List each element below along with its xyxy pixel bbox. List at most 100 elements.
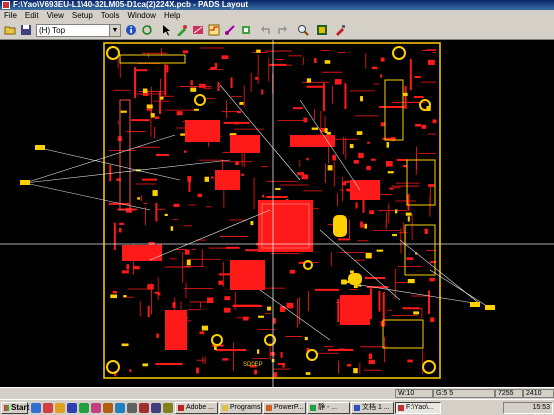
dimensioning-icon[interactable] xyxy=(239,23,253,37)
menu-edit[interactable]: Edit xyxy=(21,10,43,21)
zoom-icon[interactable] xyxy=(296,23,310,37)
pcb-pad xyxy=(193,108,199,111)
quicklaunch-icon[interactable] xyxy=(91,403,101,413)
pcb-pad xyxy=(121,270,129,274)
pcb-pad xyxy=(282,364,285,368)
pcb-pad xyxy=(183,150,187,153)
task-document[interactable]: 文档 1 ... xyxy=(351,402,394,414)
menu-tools[interactable]: Tools xyxy=(97,10,124,21)
folder-icon xyxy=(222,405,228,411)
pcb-pad xyxy=(334,79,342,85)
open-icon[interactable] xyxy=(3,23,17,37)
quicklaunch-icon[interactable] xyxy=(151,403,161,413)
pcb-pad xyxy=(407,216,410,222)
menu-help[interactable]: Help xyxy=(160,10,184,21)
pcb-pad xyxy=(121,343,129,347)
pcb-pad xyxy=(196,367,199,374)
pcb-pad xyxy=(432,119,437,124)
pcb-pad xyxy=(126,264,130,270)
task-powerpoint[interactable]: PowerP... xyxy=(263,402,306,414)
design-toolbar-icon[interactable] xyxy=(175,23,189,37)
quicklaunch-icon[interactable] xyxy=(79,403,89,413)
pcb-pad xyxy=(147,284,154,290)
redo-icon[interactable] xyxy=(275,23,289,37)
powerpoint-icon xyxy=(266,405,272,411)
quicklaunch-icon[interactable] xyxy=(139,403,149,413)
pcb-pad xyxy=(172,302,176,308)
menu-view[interactable]: View xyxy=(43,10,68,21)
pcb-pad xyxy=(184,249,190,255)
paint-icon[interactable] xyxy=(333,23,347,37)
pcb-pad xyxy=(261,89,264,95)
pcb-pad xyxy=(327,165,333,171)
pcb-drawing[interactable]: SD0EP xyxy=(0,40,554,387)
info-icon[interactable] xyxy=(124,23,138,37)
quicklaunch-icon[interactable] xyxy=(103,403,113,413)
pcb-pad xyxy=(214,346,217,351)
pcb-pad xyxy=(164,213,168,217)
pcb-pad xyxy=(358,152,364,159)
pcb-pad xyxy=(154,116,160,120)
clock: 15:53 xyxy=(532,404,550,411)
route-icon[interactable] xyxy=(207,23,221,37)
quicklaunch-icon[interactable] xyxy=(43,403,53,413)
quicklaunch-icon[interactable] xyxy=(115,403,125,413)
pcb-pad xyxy=(236,110,241,114)
silk-label: SD0EP xyxy=(243,362,263,368)
select-icon[interactable] xyxy=(160,23,174,37)
layer-select-value: (H) Top xyxy=(39,26,66,35)
task-adobe[interactable]: Adobe ... xyxy=(175,402,218,414)
pcb-pad xyxy=(199,83,206,88)
pcb-pad xyxy=(289,269,295,274)
layer-select[interactable]: (H) Top ▼ xyxy=(36,24,121,37)
quicklaunch-icon[interactable] xyxy=(163,403,173,413)
ecm-icon[interactable] xyxy=(223,23,237,37)
pcb-pad xyxy=(368,353,373,360)
undo-icon[interactable] xyxy=(259,23,273,37)
component-block xyxy=(185,120,220,142)
pcb-pad xyxy=(110,294,118,299)
pcb-pad xyxy=(304,336,308,341)
pcb-pad xyxy=(221,55,229,60)
start-button[interactable]: Start xyxy=(1,402,29,414)
ie-icon[interactable] xyxy=(31,403,41,413)
pcb-pad xyxy=(256,49,261,53)
pcb-pad xyxy=(211,176,214,179)
task-messenger[interactable]: 静 - ... xyxy=(307,402,350,414)
pcb-pad xyxy=(280,352,283,358)
pcb-pad xyxy=(402,164,407,168)
pcb-pad xyxy=(112,290,117,294)
pcb-pad xyxy=(258,315,264,318)
pcb-pad xyxy=(364,223,368,229)
quicklaunch-icon[interactable] xyxy=(67,403,77,413)
pcb-pad xyxy=(146,104,153,109)
task-programs[interactable]: Programs xyxy=(219,402,262,414)
system-tray: 15:53 xyxy=(503,402,553,414)
status-width: W:10 xyxy=(395,389,433,398)
pcb-pad xyxy=(376,249,384,252)
pcb-pad xyxy=(137,197,141,200)
quicklaunch-icon[interactable] xyxy=(127,403,137,413)
menu-window[interactable]: Window xyxy=(123,10,159,21)
board-icon[interactable] xyxy=(315,23,329,37)
pcb-pad xyxy=(428,184,435,187)
pcb-pad xyxy=(223,307,231,313)
pads-icon xyxy=(398,405,404,411)
drafting-toolbar-icon[interactable] xyxy=(191,23,205,37)
component-block xyxy=(290,135,335,147)
pcb-canvas[interactable]: SD0EP xyxy=(0,40,554,387)
chevron-down-icon[interactable]: ▼ xyxy=(109,25,120,36)
pcb-pad xyxy=(129,369,132,373)
menu-setup[interactable]: Setup xyxy=(68,10,97,21)
task-pads-layout[interactable]: F:\Yao\... xyxy=(395,402,441,414)
status-x: 7255 xyxy=(495,389,523,398)
refresh-icon[interactable] xyxy=(140,23,154,37)
menu-file[interactable]: File xyxy=(0,10,21,21)
pcb-pad xyxy=(190,87,197,92)
quicklaunch-icon[interactable] xyxy=(55,403,65,413)
pcb-pad xyxy=(170,226,174,231)
pcb-pad xyxy=(346,364,352,367)
pcb-pad xyxy=(262,194,265,198)
save-icon[interactable] xyxy=(19,23,33,37)
pcb-pad xyxy=(150,113,155,118)
